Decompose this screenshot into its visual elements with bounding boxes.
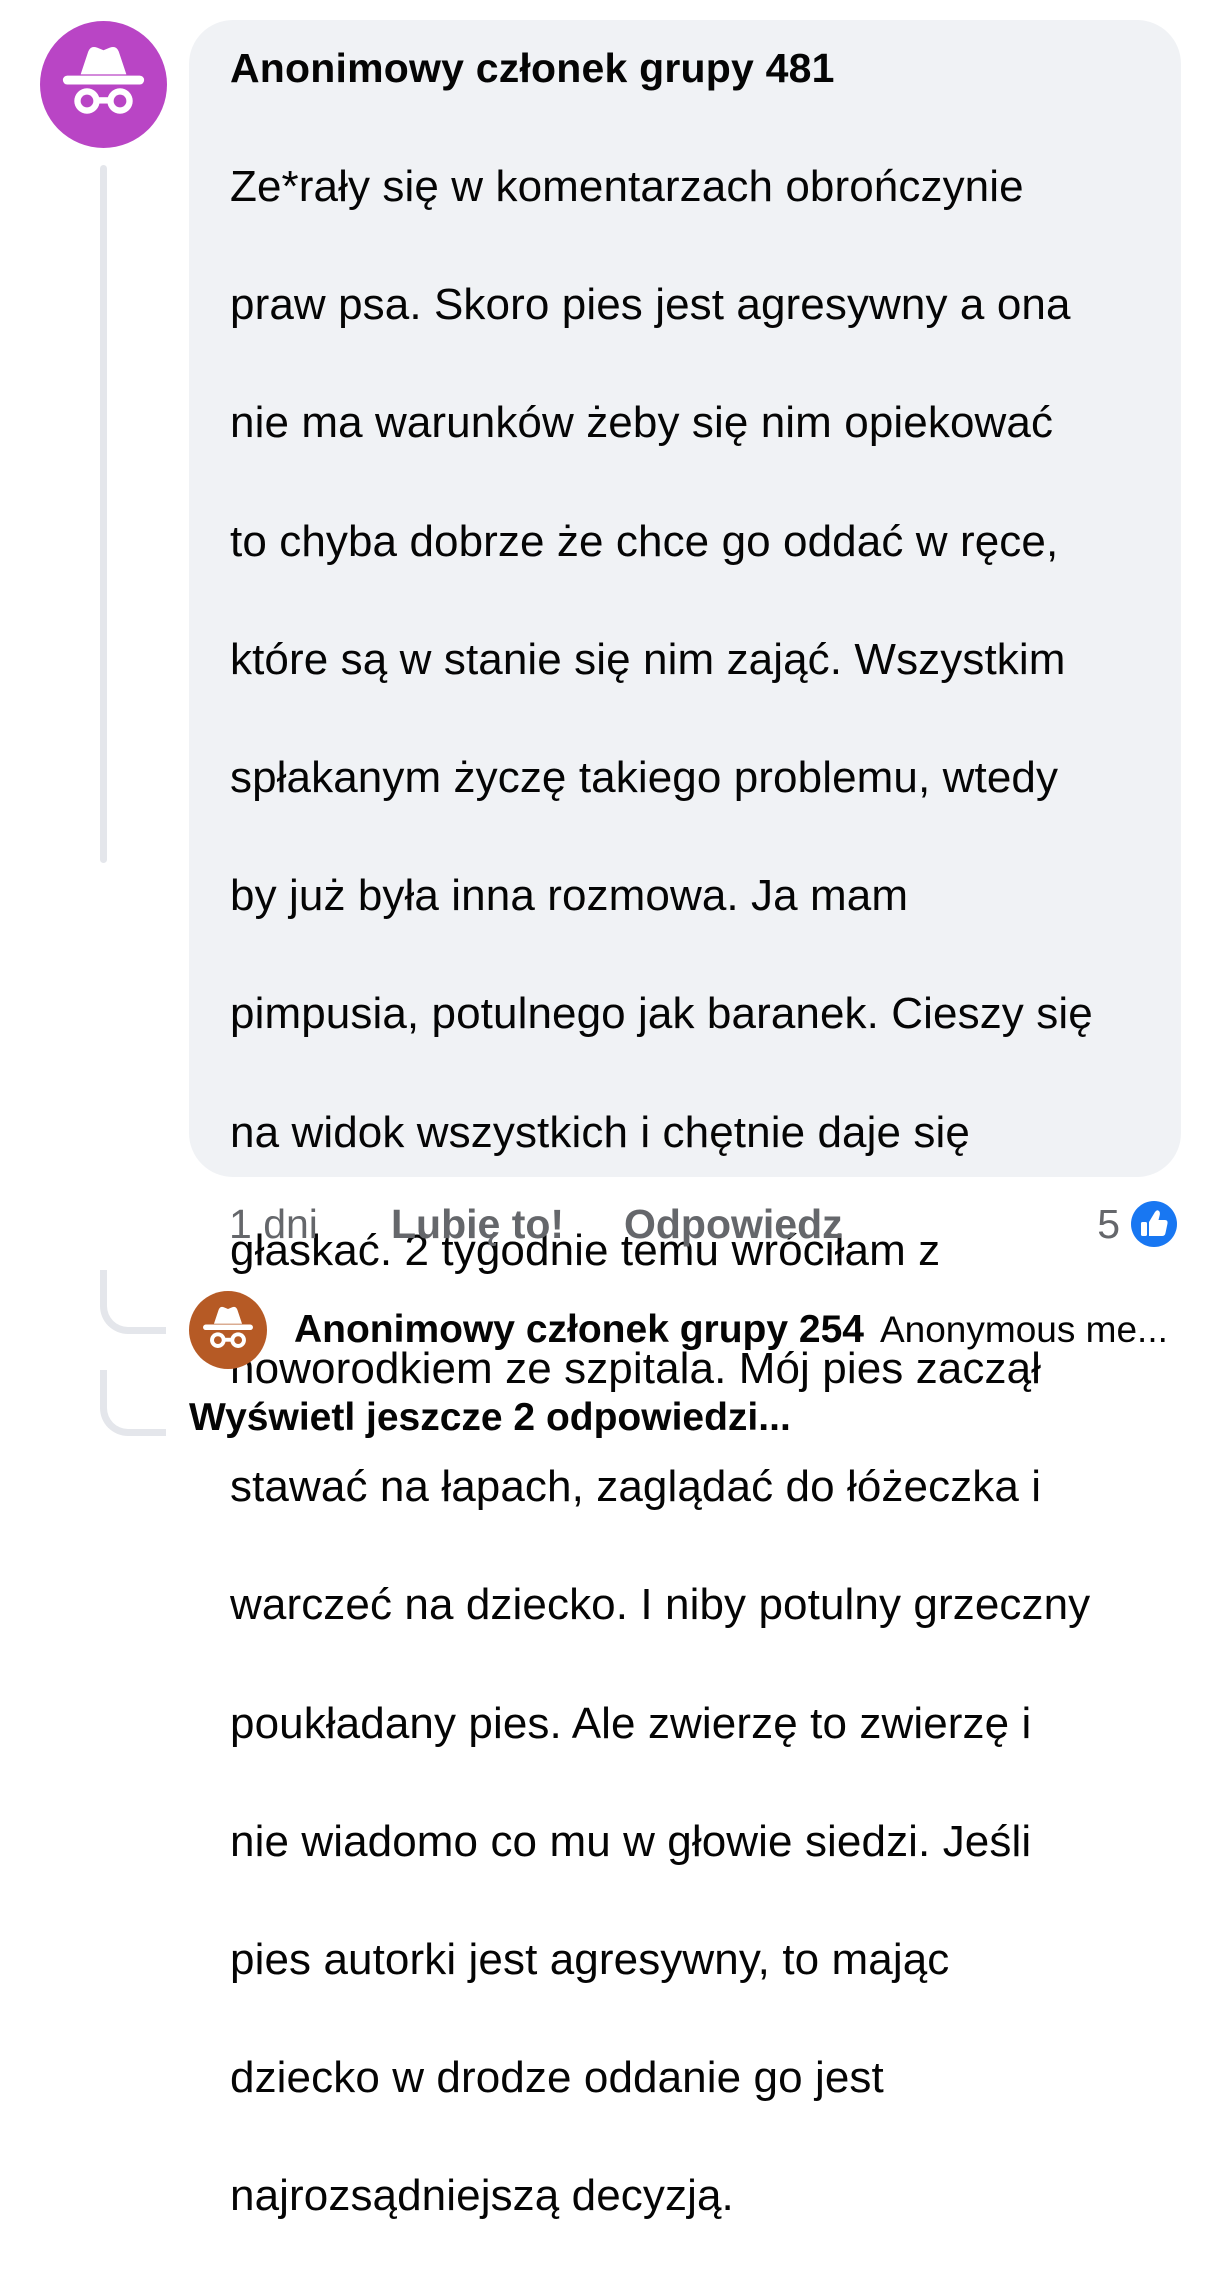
like-button[interactable]: Lubię to! (391, 1197, 564, 1251)
comment-line: to chyba dobrze że chce go oddać w ręce, (230, 516, 1059, 566)
comment-line: pies autorki jest agresywny, to mając (230, 1934, 950, 1984)
comment-line: spłakanym życzę takiego problemu, wtedy (230, 753, 1059, 803)
reply-button[interactable]: Odpowiedz (624, 1197, 843, 1251)
reply-author[interactable]: Anonimowy członek grupy 254 (294, 1305, 864, 1355)
reply-preview-row[interactable]: Anonimowy członek grupy 254 Anonymous me… (189, 1290, 1168, 1370)
reaction-count: 5 (1097, 1201, 1120, 1247)
commenter-avatar[interactable] (40, 21, 167, 148)
comment-line: najrozsądniejszą decyzją. (230, 2171, 734, 2221)
comment-line: stawać na łapach, zaglądać do łóżeczka i (230, 1462, 1042, 1512)
comment-line: które są w stanie się nim zająć. Wszystk… (230, 634, 1066, 684)
comment-timestamp[interactable]: 1 dni (229, 1197, 318, 1251)
view-more-replies-link[interactable]: Wyświetl jeszcze 2 odpowiedzi... (189, 1393, 791, 1443)
comment-text: Ze*rały się w komentarzach obrończynie p… (230, 98, 1151, 2284)
comment-line: warczeć na dziecko. I niby potulny grzec… (230, 1580, 1091, 1630)
comment-line: by już była inna rozmowa. Ja mam (230, 871, 909, 921)
thread-connector (100, 1270, 166, 1334)
comment-line: dziecko w drodze oddanie go jest (230, 2053, 884, 2103)
comment-line: pimpusia, potulnego jak baranek. Cieszy … (230, 989, 1093, 1039)
thumbs-up-icon (1128, 1198, 1180, 1250)
comment-bubble: Anonimowy członek grupy 481 Ze*rały się … (189, 20, 1181, 2220)
incognito-icon (62, 46, 145, 114)
comment-actions: 1 dni Lubię to! Odpowiedz 5 (0, 1197, 1220, 1253)
comment-line: praw psa. Skoro pies jest agresywny a on… (230, 280, 1071, 330)
reply-avatar[interactable] (189, 1291, 267, 1369)
comment-author[interactable]: Anonimowy członek grupy 481 (230, 43, 1151, 93)
comment-line: nie wiadomo co mu w głowie siedzi. Jeśli (230, 1816, 1032, 1866)
reply-preview-text[interactable]: Anonymous me... (880, 1305, 1168, 1355)
incognito-icon (203, 1306, 253, 1348)
reaction-summary[interactable]: 5 (1097, 1197, 1180, 1251)
comment-line: Ze*rały się w komentarzach obrończynie (230, 162, 1024, 212)
thread-connector (100, 1370, 166, 1436)
comment-line: na widok wszystkich i chętnie daje się (230, 1107, 970, 1157)
thread-line (100, 165, 107, 863)
comment-line: nie ma warunków żeby się nim opiekować (230, 398, 1054, 448)
comment-line: poukładany pies. Ale zwierzę to zwierzę … (230, 1698, 1032, 1748)
